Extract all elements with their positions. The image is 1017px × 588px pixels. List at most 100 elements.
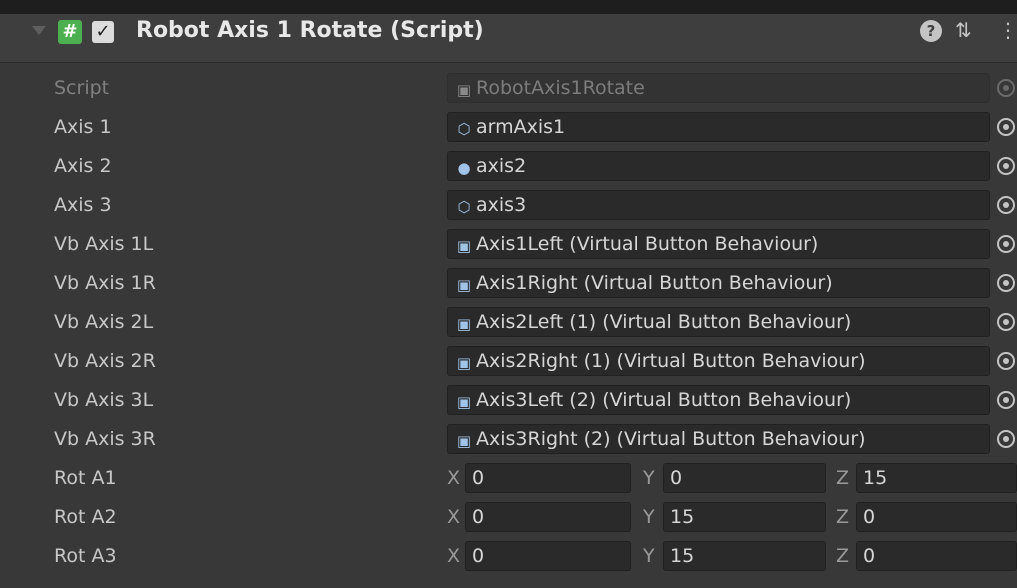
vector-y-value: 15 bbox=[670, 545, 695, 567]
foldout-arrow-icon[interactable] bbox=[32, 26, 46, 35]
object-picker-icon[interactable] bbox=[997, 430, 1015, 448]
object-picker-icon[interactable] bbox=[997, 118, 1015, 136]
object-field[interactable]: ▣ Axis1Right (Virtual Button Behaviour) bbox=[447, 268, 990, 298]
vector-z-input[interactable]: 15 bbox=[856, 463, 1017, 493]
field-label: Vb Axis 3R bbox=[54, 428, 156, 450]
sphere-icon: ● bbox=[457, 159, 471, 177]
vector-row: Rot A1 X 0 Y 0 Z 15 bbox=[0, 459, 1017, 498]
field-label: Axis 3 bbox=[54, 194, 112, 216]
object-picker-icon[interactable] bbox=[997, 391, 1015, 409]
field-label: Vb Axis 1L bbox=[54, 233, 154, 255]
field-row: Axis 1 ⬡ armAxis1 bbox=[0, 108, 1017, 147]
object-field-value: Axis3Right (2) (Virtual Button Behaviour… bbox=[476, 428, 866, 450]
vector-z-value: 0 bbox=[863, 506, 876, 528]
field-row: Vb Axis 1R ▣ Axis1Right (Virtual Button Be… bbox=[0, 264, 1017, 303]
script-component-icon: ▣ bbox=[456, 276, 472, 294]
script-component-icon: ▣ bbox=[456, 432, 472, 450]
field-label: Rot A3 bbox=[54, 545, 117, 567]
field-row: Axis 2 ● axis2 bbox=[0, 147, 1017, 186]
preset-icon[interactable]: ⇅ bbox=[955, 18, 972, 42]
field-label: Axis 2 bbox=[54, 155, 112, 177]
help-icon[interactable]: ? bbox=[920, 20, 942, 42]
field-label: Rot A2 bbox=[54, 506, 117, 528]
field-label: Vb Axis 1R bbox=[54, 272, 156, 294]
vector-z-value: 15 bbox=[863, 467, 888, 489]
object-picker-icon[interactable] bbox=[997, 196, 1015, 214]
object-picker-icon[interactable] bbox=[997, 274, 1015, 292]
object-field[interactable]: ⬡ axis3 bbox=[447, 190, 990, 220]
field-label: Vb Axis 2R bbox=[54, 350, 156, 372]
axis-y-label[interactable]: Y bbox=[643, 506, 655, 528]
field-label: Rot A1 bbox=[54, 467, 117, 489]
object-field: ▣ RobotAxis1Rotate bbox=[447, 73, 990, 103]
axis-y-label[interactable]: Y bbox=[643, 467, 655, 489]
object-field[interactable]: ▣ Axis2Left (1) (Virtual Button Behaviour… bbox=[447, 307, 990, 337]
vector-x-value: 0 bbox=[472, 545, 485, 567]
object-field-value: axis3 bbox=[476, 194, 527, 216]
axis-z-label[interactable]: Z bbox=[836, 467, 849, 489]
field-label: Axis 1 bbox=[54, 116, 112, 138]
vector-y-input[interactable]: 0 bbox=[663, 463, 826, 493]
vector-z-input[interactable]: 0 bbox=[856, 541, 1017, 571]
field-label: Script bbox=[54, 77, 110, 99]
object-field-value: armAxis1 bbox=[476, 116, 566, 138]
script-component-icon: ▣ bbox=[456, 237, 472, 255]
axis-z-label[interactable]: Z bbox=[836, 506, 849, 528]
field-row: Vb Axis 2R ▣ Axis2Right (1) (Virtual Butto… bbox=[0, 342, 1017, 381]
vector-z-input[interactable]: 0 bbox=[856, 502, 1017, 532]
object-field-value: RobotAxis1Rotate bbox=[476, 77, 645, 99]
vector-x-value: 0 bbox=[472, 467, 485, 489]
field-row: Axis 3 ⬡ axis3 bbox=[0, 186, 1017, 225]
component-header: # ✓ Robot Axis 1 Rotate (Script) ? ⇅ ⋮ bbox=[0, 0, 1017, 63]
field-row: Vb Axis 1L ▣ Axis1Left (Virtual Button Beh… bbox=[0, 225, 1017, 264]
script-hash-icon: # bbox=[58, 20, 82, 44]
axis-y-label[interactable]: Y bbox=[643, 545, 655, 567]
vector-z-value: 0 bbox=[863, 545, 876, 567]
field-row: Script ▣ RobotAxis1Rotate bbox=[0, 69, 1017, 108]
vector-x-input[interactable]: 0 bbox=[465, 463, 631, 493]
script-component-icon: ▣ bbox=[456, 315, 472, 333]
object-field[interactable]: ▣ Axis3Right (2) (Virtual Button Behaviou… bbox=[447, 424, 990, 454]
field-row: Vb Axis 3R ▣ Axis3Right (2) (Virtual Butto… bbox=[0, 420, 1017, 459]
object-field-value: Axis1Left (Virtual Button Behaviour) bbox=[476, 233, 819, 255]
object-field-value: axis2 bbox=[476, 155, 527, 177]
vector-y-value: 0 bbox=[670, 467, 683, 489]
header-top-border bbox=[0, 0, 1017, 14]
vector-x-input[interactable]: 0 bbox=[465, 541, 631, 571]
object-field[interactable]: ⬡ armAxis1 bbox=[447, 112, 990, 142]
field-row: Vb Axis 2L ▣ Axis2Left (1) (Virtual Button… bbox=[0, 303, 1017, 342]
vector-x-input[interactable]: 0 bbox=[465, 502, 631, 532]
gameobject-icon: ⬡ bbox=[457, 198, 471, 216]
axis-x-label[interactable]: X bbox=[447, 467, 460, 489]
vector-y-input[interactable]: 15 bbox=[663, 502, 826, 532]
object-field[interactable]: ● axis2 bbox=[447, 151, 990, 181]
object-field[interactable]: ▣ Axis1Left (Virtual Button Behaviour) bbox=[447, 229, 990, 259]
object-field[interactable]: ▣ Axis2Right (1) (Virtual Button Behaviou… bbox=[447, 346, 990, 376]
vector-row: Rot A3 X 0 Y 15 Z 0 bbox=[0, 537, 1017, 576]
field-label: Vb Axis 2L bbox=[54, 311, 154, 333]
object-picker-icon[interactable] bbox=[997, 352, 1015, 370]
vector-x-value: 0 bbox=[472, 506, 485, 528]
field-row: Vb Axis 3L ▣ Axis3Left (2) (Virtual Button… bbox=[0, 381, 1017, 420]
more-menu-icon[interactable]: ⋮ bbox=[998, 18, 1017, 42]
object-field-value: Axis2Left (1) (Virtual Button Behaviour) bbox=[476, 311, 852, 333]
axis-z-label[interactable]: Z bbox=[836, 545, 849, 567]
script-file-icon: ▣ bbox=[456, 81, 472, 99]
script-component-icon: ▣ bbox=[456, 393, 472, 411]
object-field-value: Axis2Right (1) (Virtual Button Behaviour… bbox=[476, 350, 866, 372]
component-title: Robot Axis 1 Rotate (Script) bbox=[136, 18, 484, 43]
object-picker-icon[interactable] bbox=[997, 157, 1015, 175]
enabled-checkbox-icon[interactable]: ✓ bbox=[92, 21, 114, 43]
vector-y-input[interactable]: 15 bbox=[663, 541, 826, 571]
vector-y-value: 15 bbox=[670, 506, 695, 528]
object-picker-icon bbox=[997, 79, 1015, 97]
script-component-icon: ▣ bbox=[456, 354, 472, 372]
object-picker-icon[interactable] bbox=[997, 313, 1015, 331]
vector-row: Rot A2 X 0 Y 15 Z 0 bbox=[0, 498, 1017, 537]
object-field[interactable]: ▣ Axis3Left (2) (Virtual Button Behaviour… bbox=[447, 385, 990, 415]
axis-x-label[interactable]: X bbox=[447, 545, 460, 567]
axis-x-label[interactable]: X bbox=[447, 506, 460, 528]
object-picker-icon[interactable] bbox=[997, 235, 1015, 253]
gameobject-icon: ⬡ bbox=[457, 120, 471, 138]
object-field-value: Axis3Left (2) (Virtual Button Behaviour) bbox=[476, 389, 852, 411]
